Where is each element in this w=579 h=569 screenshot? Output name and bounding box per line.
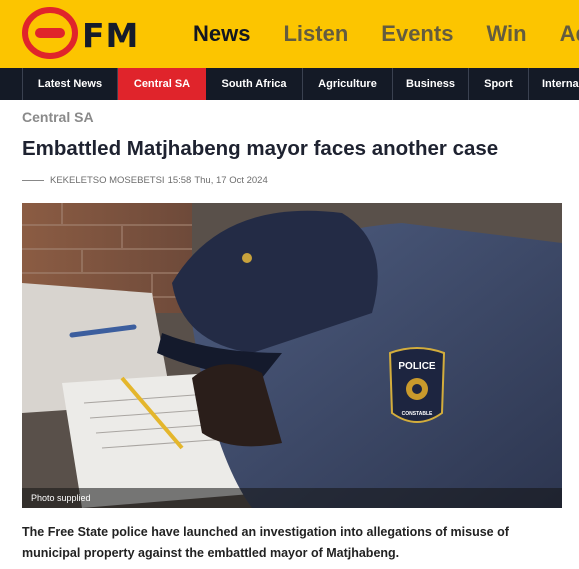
category-agriculture[interactable]: Agriculture xyxy=(303,68,393,100)
category-navigation: Latest News Central SA South Africa Agri… xyxy=(0,68,579,100)
category-international[interactable]: Interna xyxy=(529,68,579,100)
nav-events[interactable]: Events xyxy=(381,18,453,50)
nav-listen[interactable]: Listen xyxy=(283,18,348,50)
category-sport[interactable]: Sport xyxy=(469,68,529,100)
badge-police-text: POLICE xyxy=(398,361,436,372)
site-header: FM News Listen Events Win Adv xyxy=(0,0,579,68)
category-central-sa[interactable]: Central SA xyxy=(118,68,206,100)
image-caption: Photo supplied xyxy=(22,488,562,508)
ofm-logo[interactable]: FM xyxy=(22,6,144,60)
nav-news[interactable]: News xyxy=(193,18,250,50)
police-officer-writing-photo: POLICE CONSTABLE xyxy=(22,203,562,508)
byline-dash xyxy=(22,180,44,181)
publish-time: 15:58 xyxy=(167,175,192,186)
article-section-label[interactable]: Central SA xyxy=(22,109,94,125)
category-latest-news[interactable]: Latest News xyxy=(22,68,118,100)
logo-o-icon xyxy=(22,7,78,59)
article-lead: The Free State police have launched an i… xyxy=(22,525,509,560)
category-south-africa[interactable]: South Africa xyxy=(206,68,303,100)
nav-advertise[interactable]: Adv xyxy=(560,18,579,50)
article-byline: KEKELETSO MOSEBETSI 15:58 Thu, 17 Oct 20… xyxy=(22,175,271,186)
author-name[interactable]: KEKELETSO MOSEBETSI xyxy=(50,175,165,186)
nav-win[interactable]: Win xyxy=(486,18,526,50)
publish-date: Thu, 17 Oct 2024 xyxy=(194,175,268,186)
logo-wordmark: FM xyxy=(82,16,140,55)
category-business[interactable]: Business xyxy=(393,68,469,100)
article-hero-image[interactable]: POLICE CONSTABLE Photo supplied xyxy=(22,203,562,508)
badge-constable-text: CONSTABLE xyxy=(402,411,433,417)
main-navigation: News Listen Events Win Adv xyxy=(193,18,579,50)
article-title: Embattled Matjhabeng mayor faces another… xyxy=(22,137,499,160)
